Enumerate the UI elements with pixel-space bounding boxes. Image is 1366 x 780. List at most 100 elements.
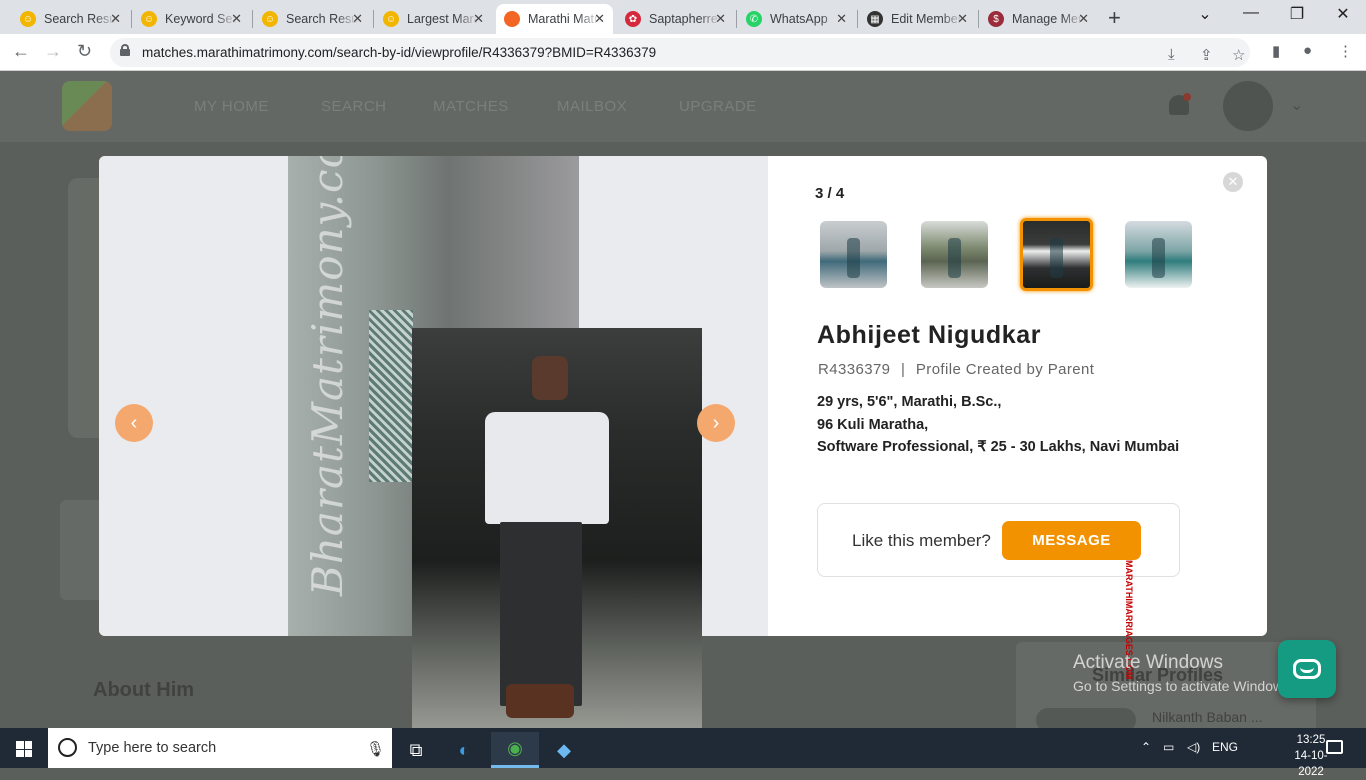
nav-my-home[interactable]: MY HOME: [194, 98, 269, 115]
profile-detail-line-1: 29 yrs, 5'6", Marathi, B.Sc.,: [817, 394, 1002, 410]
tab-close-icon[interactable]: ✕: [594, 11, 605, 27]
tray-chevron-icon[interactable]: ⌃: [1141, 740, 1151, 754]
tab-separator: [857, 10, 858, 28]
maximize-icon[interactable]: ❐: [1274, 4, 1320, 24]
similar-profile-name[interactable]: Nilkanth Baban ...: [1152, 709, 1263, 725]
browser-tab[interactable]: ▦ Edit Member ✕: [859, 4, 976, 34]
activate-windows-watermark: Activate Windows Go to Settings to activ…: [1073, 652, 1294, 694]
tab-title: Marathi Matrimony: [528, 12, 600, 26]
edge-icon[interactable]: ◐: [440, 732, 488, 768]
nav-search[interactable]: SEARCH: [321, 98, 387, 115]
taskbar-search-placeholder: Type here to search: [88, 740, 217, 756]
tab-favicon-icon: ☺: [262, 11, 278, 27]
tab-favicon-icon: ☺: [383, 11, 399, 27]
close-icon: ✕: [1227, 174, 1239, 189]
side-panel-icon[interactable]: ▮: [1272, 42, 1280, 60]
chat-bubble-icon: [1293, 659, 1321, 679]
close-window-icon[interactable]: ✕: [1320, 4, 1366, 24]
browser-tab[interactable]: ✿ Saptapherre ✕: [617, 4, 734, 34]
tab-title: WhatsApp: [770, 12, 828, 26]
new-tab-button[interactable]: +: [1108, 5, 1121, 31]
tab-separator: [978, 10, 979, 28]
prev-photo-button[interactable]: ‹: [115, 404, 153, 442]
tab-separator: [373, 10, 374, 28]
profile-created-by: Profile Created by Parent: [915, 361, 1095, 378]
minimize-icon[interactable]: —: [1228, 4, 1274, 22]
tab-close-icon[interactable]: ✕: [231, 11, 242, 27]
browser-tab[interactable]: ☺ Keyword Search✕: [133, 4, 250, 34]
address-bar[interactable]: matches.marathimatrimony.com/search-by-i…: [110, 38, 1250, 67]
tab-favicon-icon: ✿: [625, 11, 641, 27]
install-icon[interactable]: ⤓: [1168, 46, 1175, 63]
profile-icon[interactable]: ●: [1303, 42, 1312, 59]
tab-close-icon[interactable]: ✕: [1078, 11, 1089, 27]
tab-favicon-icon: [504, 11, 520, 27]
browser-tab[interactable]: ☺ Largest Marathi✕: [375, 4, 492, 34]
browser-tab[interactable]: $ Manage Members✕: [980, 4, 1097, 34]
nav-upgrade[interactable]: UPGRADE: [679, 98, 757, 115]
notification-bell-icon[interactable]: [1166, 93, 1192, 119]
menu-icon[interactable]: ⋮: [1338, 42, 1353, 60]
nav-matches[interactable]: MATCHES: [433, 98, 509, 115]
tab-close-icon[interactable]: ✕: [352, 11, 363, 27]
back-icon[interactable]: ←: [12, 41, 30, 62]
thumbnail-3[interactable]: [1020, 218, 1093, 291]
profile-id-line: R4336379 | Profile Created by Parent: [818, 361, 1094, 378]
user-avatar[interactable]: [1223, 81, 1273, 131]
browser-tab[interactable]: Marathi Matrimony✕: [496, 4, 613, 34]
language-indicator[interactable]: ENG: [1212, 740, 1238, 754]
like-member-question: Like this member?: [852, 531, 991, 550]
tab-close-icon[interactable]: ✕: [110, 11, 121, 27]
windows-taskbar: Type here to search 🎙 ⧉ ◐ ◉ ◆ ⌃ ▭ ◁) ENG…: [0, 728, 1366, 778]
site-header: MY HOME SEARCH MATCHES MAILBOX UPGRADE ⌄: [0, 71, 1366, 142]
profile-detail-line-3: Software Professional, ₹ 25 - 30 Lakhs, …: [817, 439, 1180, 455]
tab-close-icon[interactable]: ✕: [473, 11, 484, 27]
thumbnail-4[interactable]: [1125, 221, 1192, 288]
url-text[interactable]: matches.marathimatrimony.com/search-by-i…: [142, 45, 656, 60]
tab-separator: [736, 10, 737, 28]
chevron-down-icon[interactable]: ⌄: [1290, 95, 1303, 115]
windows-start-icon[interactable]: [16, 741, 32, 757]
taskbar-search-box[interactable]: Type here to search 🎙: [48, 728, 392, 768]
tab-favicon-icon: ☺: [20, 11, 36, 27]
activate-title: Activate Windows: [1073, 652, 1223, 673]
profile-id: R4336379: [818, 361, 891, 378]
thumbnail-2[interactable]: [921, 221, 988, 288]
photo-pillar: [369, 310, 413, 482]
microphone-icon[interactable]: 🎙: [366, 740, 385, 758]
message-button[interactable]: MESSAGE: [1002, 521, 1141, 560]
volume-icon[interactable]: ◁): [1187, 740, 1200, 754]
network-icon[interactable]: ▭: [1163, 740, 1174, 754]
share-icon[interactable]: ⇪: [1200, 46, 1213, 64]
task-view-icon[interactable]: ⧉: [392, 732, 440, 768]
cortana-icon: [58, 738, 77, 757]
tab-title: Largest Marathi: [407, 12, 479, 26]
close-modal-button[interactable]: ✕: [1223, 172, 1243, 192]
tab-close-icon[interactable]: ✕: [715, 11, 726, 27]
photo-counter: 3 / 4: [815, 185, 845, 202]
tab-close-icon[interactable]: ✕: [957, 11, 968, 27]
site-logo[interactable]: [62, 81, 112, 131]
tab-title: Search Results: [286, 12, 358, 26]
browser-tab[interactable]: ☺ Search Results✕: [12, 4, 129, 34]
reload-icon[interactable]: ↻: [77, 41, 92, 62]
thumbnail-1[interactable]: [820, 221, 887, 288]
browser-tab[interactable]: ✆ WhatsApp ✕: [738, 4, 855, 34]
tab-title: Edit Member: [891, 12, 962, 26]
notification-center-icon[interactable]: [1326, 740, 1343, 754]
tab-title: Manage Members: [1012, 12, 1084, 26]
app-icon[interactable]: ◆: [540, 732, 588, 768]
next-photo-button[interactable]: ›: [697, 404, 735, 442]
bookmark-star-icon[interactable]: ☆: [1232, 46, 1245, 64]
nav-mailbox[interactable]: MAILBOX: [557, 98, 627, 115]
forward-icon[interactable]: →: [44, 41, 62, 62]
chrome-icon[interactable]: ◉: [491, 732, 539, 768]
photo-modal: BharatMatrimony.com ‹ › 3 / 4 ✕ Abhijeet…: [99, 156, 1267, 752]
tab-close-icon[interactable]: ✕: [836, 11, 847, 27]
tab-search-icon[interactable]: ⌄: [1182, 4, 1228, 24]
profile-detail-line-2: 96 Kuli Maratha,: [817, 416, 929, 433]
tab-favicon-icon: ▦: [867, 11, 883, 27]
chat-button[interactable]: [1278, 640, 1336, 698]
tab-favicon-icon: ☺: [141, 11, 157, 27]
browser-tab[interactable]: ☺ Search Results✕: [254, 4, 371, 34]
